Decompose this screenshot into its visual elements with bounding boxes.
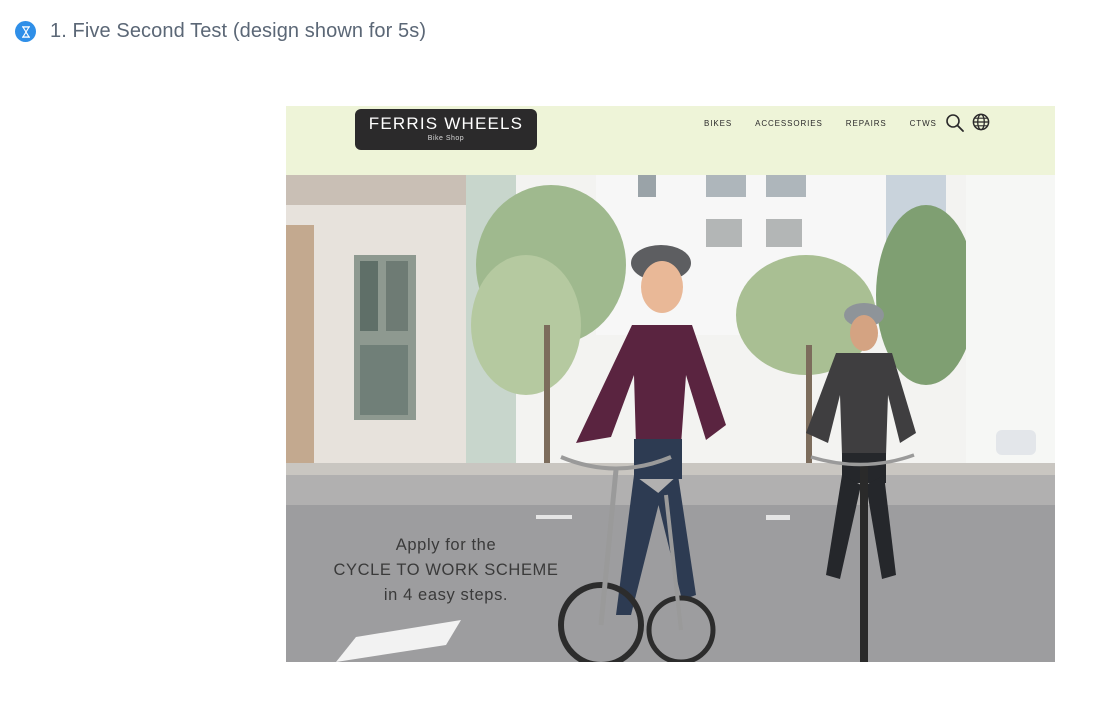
nav-link-bikes[interactable]: BIKES (704, 118, 732, 130)
site-navbar: FERRIS WHEELS Bike Shop BIKES ACCESSORIE… (286, 106, 1055, 175)
task-header: 1. Five Second Test (design shown for 5s… (15, 20, 426, 43)
brand-logo[interactable]: FERRIS WHEELS Bike Shop (355, 109, 537, 150)
brand-tagline: Bike Shop (427, 135, 465, 142)
nav-links: BIKES ACCESSORIES REPAIRS CTWS (704, 118, 960, 130)
nav-link-ctws[interactable]: CTWS (910, 118, 937, 130)
hero-banner: Apply for the CYCLE TO WORK SCHEME in 4 … (286, 175, 1055, 662)
hourglass-icon (15, 21, 36, 42)
hero-line-1: Apply for the (395, 536, 497, 554)
brand-name: FERRIS WHEELS (368, 114, 524, 133)
globe-icon[interactable] (972, 113, 990, 136)
design-preview: FERRIS WHEELS Bike Shop BIKES ACCESSORIE… (286, 106, 1055, 662)
nav-link-repairs[interactable]: REPAIRS (846, 118, 887, 130)
hero-line-3: in 4 easy steps. (383, 586, 509, 604)
nav-link-accessories[interactable]: ACCESSORIES (755, 118, 823, 130)
hero-text: Apply for the CYCLE TO WORK SCHEME in 4 … (330, 533, 562, 608)
hero-line-2: CYCLE TO WORK SCHEME (333, 561, 559, 579)
task-title: 1. Five Second Test (design shown for 5s… (50, 20, 427, 42)
search-icon[interactable] (945, 113, 965, 138)
